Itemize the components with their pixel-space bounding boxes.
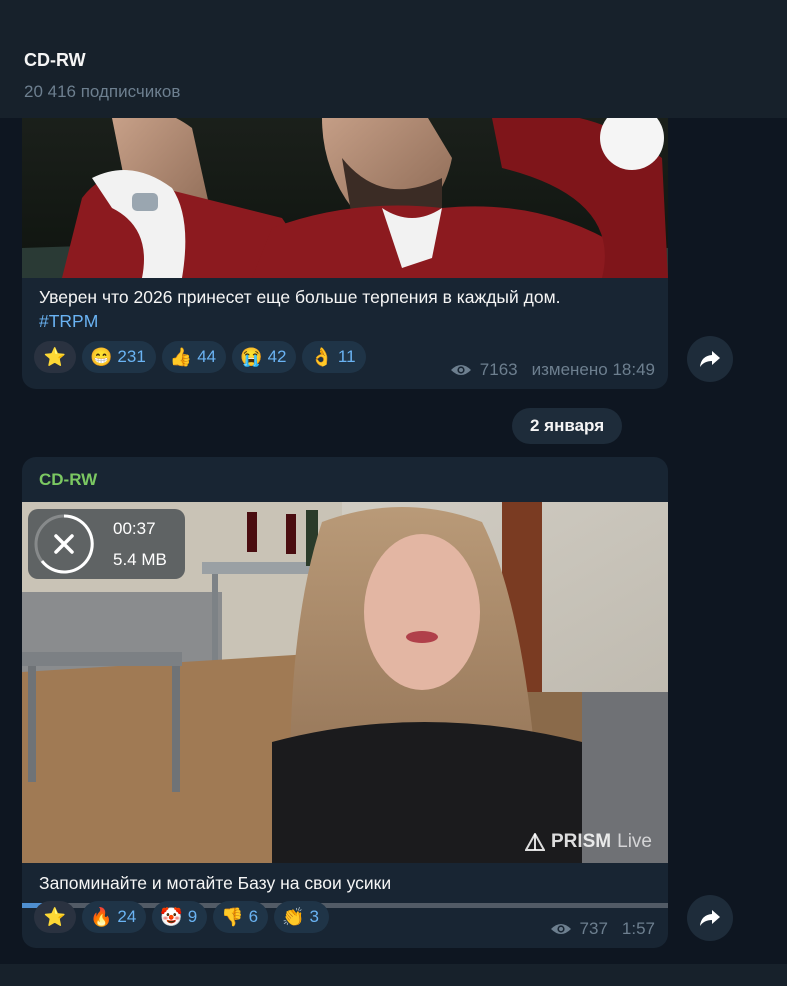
close-icon[interactable] — [32, 512, 96, 576]
post-meta: 7163 изменено 18:49 — [450, 360, 655, 380]
post-time: 1:57 — [621, 919, 655, 938]
reaction-count: 3 — [309, 907, 320, 926]
reaction-count: 24 — [117, 907, 137, 926]
prism-logo-icon — [524, 833, 545, 851]
post-photo[interactable] — [22, 118, 668, 278]
reaction-count: 231 — [117, 347, 146, 366]
download-status[interactable]: 00:37 5.4 MB — [28, 509, 185, 579]
reaction-clown[interactable]: 🤡 9 — [152, 901, 208, 933]
reaction-grin[interactable]: 😁 231 — [82, 341, 156, 373]
channel-header[interactable]: CD-RW 20 416 подписчиков — [0, 36, 787, 118]
channel-title[interactable]: CD-RW — [24, 50, 86, 71]
fire-icon: 🔥 — [90, 907, 113, 927]
reaction-clap[interactable]: 👏 3 — [274, 901, 330, 933]
thumbs-down-icon: 👎 — [221, 907, 244, 927]
reaction-count: 42 — [267, 347, 287, 366]
subscriber-count: 20 416 подписчиков — [24, 82, 181, 101]
crying-emoji-icon: 😭 — [240, 347, 263, 367]
reaction-count: 6 — [248, 907, 259, 926]
share-button[interactable] — [687, 895, 733, 941]
reaction-star[interactable]: ⭐ — [34, 341, 76, 373]
post-caption: Уверен что 2026 принесет еще больше терп… — [39, 287, 561, 307]
eye-icon — [550, 924, 571, 934]
eye-icon — [450, 365, 471, 375]
reactions-bar: ⭐ 😁 231 👍 44 😭 42 👌 11 — [34, 341, 366, 373]
video-watermark: PRISM Live — [524, 831, 652, 853]
reaction-count: 11 — [337, 347, 356, 366]
watermark-brand: PRISM — [550, 831, 612, 852]
share-arrow-icon — [700, 910, 720, 926]
reaction-count: 44 — [197, 347, 217, 366]
share-arrow-icon — [700, 351, 720, 367]
thumbs-up-icon: 👍 — [169, 347, 193, 367]
clown-icon: 🤡 — [160, 907, 183, 927]
window-top-bar — [0, 0, 787, 36]
date-separator: 2 января — [512, 408, 623, 444]
reaction-crying[interactable]: 😭 42 — [232, 341, 297, 373]
post-meta: 737 1:57 — [550, 919, 655, 939]
ok-hand-icon: 👌 — [310, 347, 333, 367]
post-caption: Запоминайте и мотайте Базу на свои усики — [39, 873, 392, 893]
video-duration: 00:37 — [113, 519, 156, 538]
share-button[interactable] — [687, 336, 733, 382]
reaction-fire[interactable]: 🔥 24 — [82, 901, 147, 933]
watermark-live: Live — [617, 831, 652, 852]
hashtag-link[interactable]: #TRPM — [39, 311, 98, 332]
reaction-star[interactable]: ⭐ — [34, 901, 76, 933]
channel-post[interactable]: Уверен что 2026 принесет еще больше терп… — [22, 118, 668, 389]
grin-emoji-icon: 😁 — [90, 347, 113, 367]
channel-post[interactable]: CD-RW 00:37 5.4 MB PRISM Live Запоминайт… — [22, 457, 668, 948]
clap-icon: 👏 — [282, 907, 305, 927]
edited-timestamp: изменено 18:49 — [531, 360, 655, 379]
video-file-size: 5.4 MB — [113, 550, 167, 569]
star-icon: ⭐ — [43, 347, 67, 367]
video-player[interactable]: 00:37 5.4 MB PRISM Live — [22, 502, 668, 908]
star-icon: ⭐ — [43, 907, 67, 927]
reaction-count: 9 — [187, 907, 198, 926]
view-count: 737 — [579, 919, 608, 938]
reaction-thumbs-up[interactable]: 👍 44 — [161, 341, 227, 373]
composer-bar — [0, 964, 787, 986]
reactions-bar: ⭐ 🔥 24 🤡 9 👎 6 👏 3 — [34, 901, 330, 933]
reaction-ok-hand[interactable]: 👌 11 — [302, 341, 366, 373]
view-count: 7163 — [479, 360, 518, 379]
reaction-thumbs-down[interactable]: 👎 6 — [213, 901, 269, 933]
message-feed[interactable]: Уверен что 2026 принесет еще больше терп… — [0, 118, 787, 964]
sender-name[interactable]: CD-RW — [39, 470, 97, 490]
